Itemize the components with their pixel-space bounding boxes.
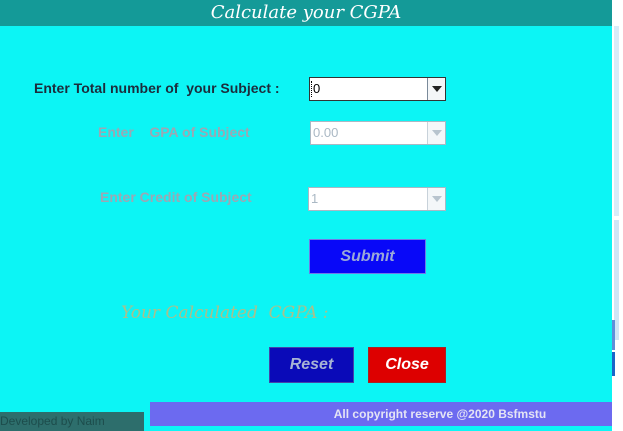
chevron-down-icon	[432, 196, 442, 202]
chevron-down-icon	[432, 130, 442, 136]
title-bar: Calculate your CGPA	[0, 0, 612, 26]
developer-bar: Developed by Naim	[0, 412, 144, 431]
reset-button[interactable]: Reset	[269, 347, 354, 383]
copyright-text: All copyright reserve @2020 Bsfmstu	[333, 407, 547, 421]
subjects-count-label: Enter Total number of your Subject :	[34, 80, 280, 96]
credit-label: Enter Credit of Subject	[100, 189, 252, 205]
cgpa-calculator-window: Calculate your CGPA Enter Total number o…	[0, 0, 612, 431]
window-title: Calculate your CGPA	[210, 2, 402, 23]
gpa-label: Enter GPA of Subject	[98, 124, 250, 140]
desktop-fragment	[612, 320, 615, 350]
credit-dropdown[interactable]: 1	[308, 187, 446, 211]
subjects-count-value: 0	[311, 81, 321, 97]
developer-credit: Developed by Naim	[0, 414, 105, 428]
close-button[interactable]: Close	[368, 347, 446, 383]
credit-value: 1	[311, 191, 319, 206]
gpa-dropdown-button[interactable]	[427, 122, 445, 144]
gpa-value: 0.00	[313, 125, 339, 140]
subjects-count-dropdown-button[interactable]	[427, 78, 445, 100]
desktop-fragment	[614, 26, 619, 216]
calculated-cgpa-label: Your Calculated CGPA :	[121, 303, 329, 323]
subjects-count-dropdown[interactable]: 0	[309, 77, 446, 101]
copyright-bar: All copyright reserve @2020 Bsfmstu	[150, 402, 612, 426]
chevron-down-icon	[432, 86, 442, 92]
credit-dropdown-button[interactable]	[427, 188, 445, 210]
desktop-background-strip	[612, 0, 623, 431]
desktop-fragment	[612, 352, 615, 376]
submit-button[interactable]: Submit	[309, 239, 426, 274]
gpa-dropdown[interactable]: 0.00	[310, 121, 446, 145]
